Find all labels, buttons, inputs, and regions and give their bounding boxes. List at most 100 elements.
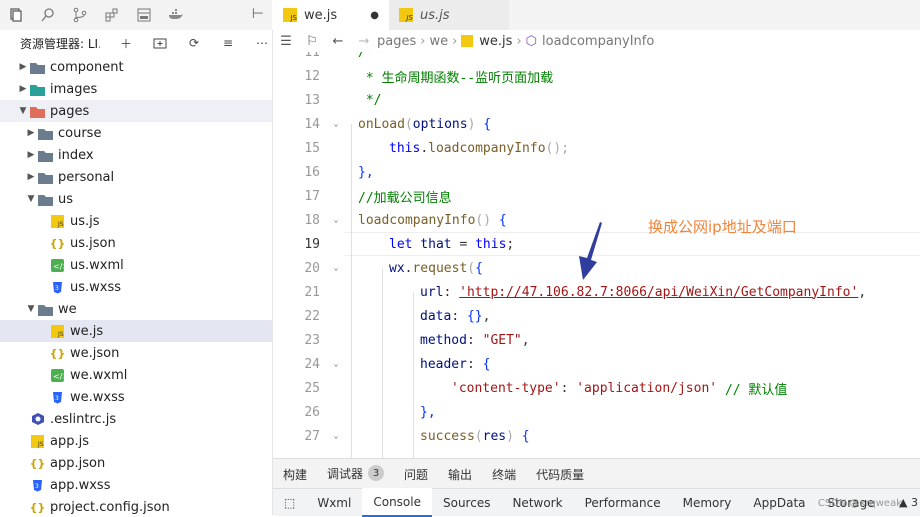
explorer-header: 资源管理器: LI... ＋ ⟳ ≡ ⋯ bbox=[0, 30, 272, 56]
code-line[interactable]: 17 //加载公司信息 bbox=[273, 184, 920, 208]
tree-file[interactable]: {} project.config.json bbox=[0, 496, 272, 515]
fold-chevron-icon[interactable]: ⌄ bbox=[328, 119, 344, 129]
code-line[interactable]: 16}, bbox=[273, 160, 920, 184]
indent-guide bbox=[351, 124, 352, 458]
devtools-tab[interactable]: Memory bbox=[672, 489, 743, 516]
tree-file[interactable]: {} us.json bbox=[0, 232, 272, 254]
more-icon[interactable]: ⋯ bbox=[254, 35, 270, 51]
devtools-tab[interactable]: AppData bbox=[742, 489, 816, 516]
devtools-tab[interactable]: Network bbox=[501, 489, 573, 516]
tree-folder[interactable]: ▼ us bbox=[0, 188, 272, 210]
extensions-icon[interactable] bbox=[96, 0, 128, 30]
search-icon[interactable] bbox=[32, 0, 64, 30]
bookmark-icon[interactable]: ⚐ bbox=[299, 34, 325, 49]
fold-chevron-icon[interactable]: ⌄ bbox=[328, 263, 344, 273]
panel-tab[interactable]: 问题 bbox=[394, 459, 438, 489]
tree-file[interactable]: {} app.json bbox=[0, 452, 272, 474]
indent-guide bbox=[413, 292, 414, 458]
code-line[interactable]: 25 'content-type': 'application/json' // … bbox=[273, 376, 920, 400]
collapse-all-icon[interactable]: ≡ bbox=[220, 35, 236, 51]
code-line[interactable]: 15 this. loadcompanyInfo (); bbox=[273, 136, 920, 160]
explorer-icon[interactable] bbox=[0, 0, 32, 30]
code-token: ) bbox=[506, 428, 514, 444]
source-control-icon[interactable] bbox=[64, 0, 96, 30]
back-icon[interactable]: ← bbox=[325, 34, 351, 49]
devtools-tab[interactable]: Wxml bbox=[306, 489, 362, 516]
panel-tab[interactable]: 终端 bbox=[482, 459, 526, 489]
chevron-right-icon: ▶ bbox=[27, 150, 35, 160]
tree-file[interactable]: JS app.js bbox=[0, 430, 272, 452]
layout-icon[interactable] bbox=[128, 0, 160, 30]
code-token: : bbox=[443, 284, 460, 300]
fold-chevron-icon[interactable]: ⌄ bbox=[328, 215, 344, 225]
code-token: }, bbox=[358, 164, 374, 180]
breadcrumb-item[interactable]: pages bbox=[377, 34, 416, 49]
tree-folder[interactable]: ▶ course bbox=[0, 122, 272, 144]
line-number: 20 bbox=[304, 260, 320, 276]
code-line[interactable]: 26}, bbox=[273, 400, 920, 424]
refresh-icon[interactable]: ⟳ bbox=[186, 35, 202, 51]
tree-folder[interactable]: ▶ index bbox=[0, 144, 272, 166]
unsaved-dot-icon[interactable]: ● bbox=[370, 10, 379, 21]
devtools-tab[interactable]: Console bbox=[362, 488, 432, 517]
panel-tab[interactable]: 代码质量 bbox=[526, 459, 594, 489]
inspect-icon[interactable]: ⬚ bbox=[273, 489, 306, 516]
explorer-sidebar: 资源管理器: LI... ＋ ⟳ ≡ ⋯ ▶ component ▶ images ▼ p… bbox=[0, 30, 273, 515]
tree-file[interactable]: JS us.js bbox=[0, 210, 272, 232]
tree-file[interactable]: 3 we.wxss bbox=[0, 386, 272, 408]
breadcrumb-item[interactable]: we.js bbox=[479, 34, 512, 49]
code-line[interactable]: 13 */ bbox=[273, 88, 920, 112]
tab-us-js[interactable]: JS us.js bbox=[389, 0, 509, 30]
devtools-tab[interactable]: Sources bbox=[432, 489, 501, 516]
list-icon[interactable]: ☰ bbox=[273, 34, 299, 49]
line-number: 19 bbox=[304, 236, 320, 252]
breadcrumb-item[interactable]: loadcompanyInfo bbox=[542, 34, 654, 49]
tree-file[interactable]: JS we.js bbox=[0, 320, 272, 342]
devtools-tab[interactable]: Performance bbox=[574, 489, 672, 516]
code-text: }, bbox=[344, 401, 920, 423]
json-file-icon: {} bbox=[29, 456, 46, 470]
fold-chevron-icon[interactable]: ⌄ bbox=[328, 431, 344, 441]
tree-folder[interactable]: ▼ pages bbox=[0, 100, 272, 122]
tree-file[interactable]: {} we.json bbox=[0, 342, 272, 364]
wxss-file-icon: 3 bbox=[50, 280, 65, 295]
tree-file[interactable]: .eslintrc.js bbox=[0, 408, 272, 430]
code-token: { bbox=[482, 356, 491, 372]
code-line[interactable]: 14 ⌄ onLoad(options) { bbox=[273, 112, 920, 136]
tree-item-label: we.js bbox=[70, 323, 104, 339]
code-line[interactable]: 27 ⌄ success(res) { bbox=[273, 424, 920, 448]
tree-folder[interactable]: ▶ personal bbox=[0, 166, 272, 188]
fold-chevron-icon[interactable]: ⌄ bbox=[328, 359, 344, 369]
tree-file[interactable]: 3 us.wxss bbox=[0, 276, 272, 298]
forward-icon[interactable]: → bbox=[351, 34, 377, 49]
tree-item-label: images bbox=[50, 81, 98, 97]
tree-file[interactable]: 3 app.wxss bbox=[0, 474, 272, 496]
docker-icon[interactable] bbox=[160, 0, 192, 30]
tree-file[interactable]: </> us.wxml bbox=[0, 254, 272, 276]
code-line[interactable]: 12 * 生命周期函数--监听页面加载 bbox=[273, 64, 920, 88]
panel-tab[interactable]: 输出 bbox=[438, 459, 482, 489]
tree-folder[interactable]: ▼ we bbox=[0, 298, 272, 320]
collapse-sidebar-icon[interactable]: ⊢ bbox=[252, 6, 264, 22]
folder-icon bbox=[30, 60, 45, 75]
tree-folder[interactable]: ▶ component bbox=[0, 56, 272, 78]
new-file-icon[interactable]: ＋ bbox=[118, 35, 134, 51]
new-folder-icon[interactable] bbox=[152, 35, 168, 51]
panel-tab[interactable]: 调试器 3 bbox=[317, 458, 395, 490]
tree-item-label: we.json bbox=[70, 345, 120, 361]
folder-icon bbox=[38, 170, 53, 185]
js-file-icon: JS bbox=[50, 214, 65, 229]
code-line[interactable]: 11 /** bbox=[273, 52, 920, 64]
line-number: 16 bbox=[304, 164, 320, 180]
warning-count[interactable]: ▲ 3 bbox=[899, 496, 918, 509]
tree-folder[interactable]: ▶ images bbox=[0, 78, 272, 100]
panel-tab[interactable]: 构建 bbox=[273, 459, 317, 489]
tab-we-js[interactable]: JS we.js ● bbox=[273, 0, 389, 30]
code-line[interactable]: 24 ⌄ header: { bbox=[273, 352, 920, 376]
code-line[interactable]: 22 data: {}, bbox=[273, 304, 920, 328]
code-line[interactable]: 23 method: "GET", bbox=[273, 328, 920, 352]
line-number: 12 bbox=[304, 68, 320, 84]
tree-file[interactable]: </> we.wxml bbox=[0, 364, 272, 386]
tree-item-label: course bbox=[58, 125, 102, 141]
breadcrumb-item[interactable]: we bbox=[429, 34, 448, 49]
